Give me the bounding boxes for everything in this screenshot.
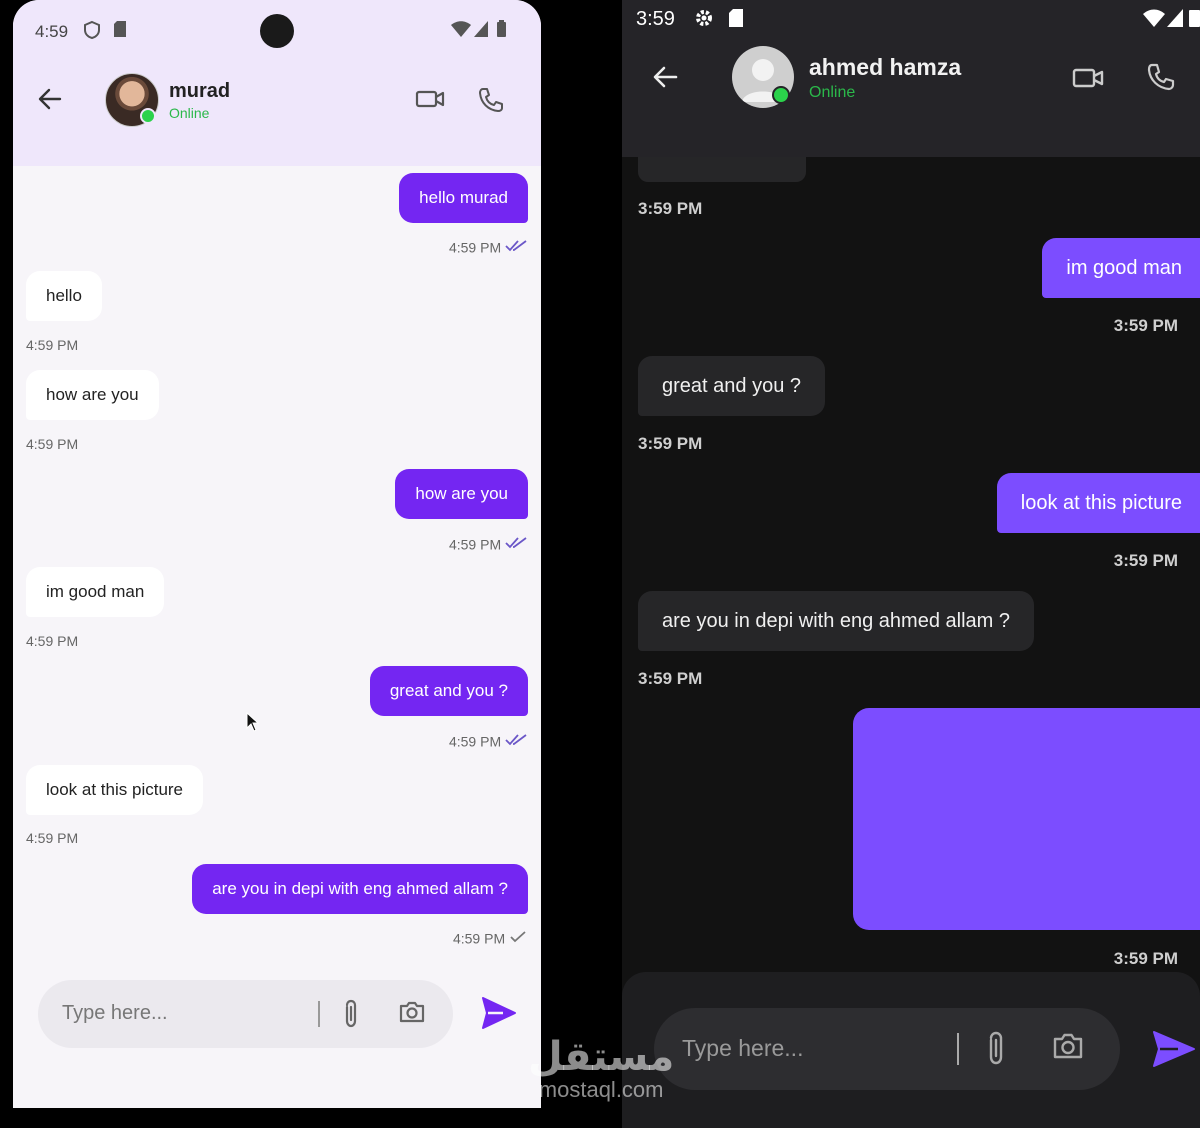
watermark-brand: مستقل bbox=[528, 1035, 675, 1079]
contact-name[interactable]: murad bbox=[169, 80, 230, 103]
message-bubble-incoming[interactable]: great and you ? bbox=[638, 356, 825, 416]
mouse-cursor-icon bbox=[246, 711, 260, 737]
message-timestamp: 3:59 PM bbox=[1113, 316, 1178, 335]
cell-signal-icon bbox=[473, 20, 489, 43]
message-bubble-incoming[interactable]: im good man bbox=[26, 567, 165, 617]
status-time: 3:59 bbox=[636, 8, 675, 30]
message-bubble-incoming[interactable]: hello bbox=[26, 271, 102, 321]
attachment-icon[interactable] bbox=[340, 998, 362, 1035]
divider bbox=[318, 1001, 320, 1027]
message-timestamp: 4:59 PM bbox=[449, 732, 527, 749]
message-timestamp: 4:59 PM bbox=[26, 337, 79, 353]
message-bubble-incoming[interactable]: look at this picture bbox=[26, 765, 204, 815]
presence-status: Online bbox=[169, 105, 210, 121]
phone-call-icon[interactable] bbox=[1146, 62, 1176, 97]
contact-name[interactable]: ahmed hamza bbox=[809, 54, 961, 81]
message-timestamp: 4:59 PM bbox=[449, 238, 527, 255]
presence-status: Online bbox=[809, 84, 856, 101]
gear-icon bbox=[694, 8, 714, 34]
camera-icon[interactable] bbox=[1052, 1032, 1084, 1065]
message-bubble-outgoing[interactable]: hello murad bbox=[399, 173, 528, 223]
message-timestamp: 4:59 PM bbox=[449, 535, 527, 552]
message-timestamp: 4:59 PM bbox=[26, 830, 79, 846]
status-time: 4:59 bbox=[35, 22, 69, 41]
attachment-icon[interactable] bbox=[984, 1030, 1008, 1073]
message-timestamp: 3:59 PM bbox=[638, 434, 703, 453]
battery-icon bbox=[1188, 8, 1200, 34]
message-timestamp: 4:59 PM bbox=[26, 633, 79, 649]
send-icon[interactable] bbox=[1152, 1030, 1196, 1073]
message-input-placeholder: Type here... bbox=[682, 1035, 804, 1061]
timestamp-text: 4:59 PM bbox=[452, 930, 506, 947]
message-input-placeholder: Type here... bbox=[62, 1002, 168, 1024]
back-arrow-icon[interactable] bbox=[35, 84, 65, 114]
double-check-icon bbox=[505, 536, 527, 552]
video-call-icon[interactable] bbox=[415, 88, 445, 115]
divider bbox=[957, 1033, 959, 1065]
cell-signal-icon bbox=[1166, 8, 1184, 34]
phone-call-icon[interactable] bbox=[477, 86, 505, 119]
shield-icon bbox=[83, 20, 101, 45]
double-check-icon bbox=[505, 733, 527, 749]
message-timestamp: 4:59 PM bbox=[26, 436, 79, 452]
front-camera bbox=[260, 14, 294, 48]
image-message[interactable] bbox=[853, 708, 1200, 930]
timestamp-text: 4:59 PM bbox=[448, 733, 502, 750]
timestamp-text: 4:59 PM bbox=[448, 239, 502, 256]
message-bubble-outgoing[interactable]: are you in depi with eng ahmed allam ? bbox=[192, 864, 528, 914]
message-timestamp: 3:59 PM bbox=[638, 669, 703, 688]
back-arrow-icon[interactable] bbox=[650, 62, 680, 97]
message-input[interactable]: Type here... bbox=[38, 980, 453, 1048]
message-timestamp: 3:59 PM bbox=[638, 199, 703, 218]
wifi-icon bbox=[450, 20, 472, 43]
check-icon bbox=[509, 930, 527, 946]
watermark-domain: mostaql.com bbox=[538, 1077, 664, 1102]
message-timestamp: 3:59 PM bbox=[1113, 551, 1178, 570]
message-timestamp: 3:59 PM bbox=[1113, 949, 1178, 968]
message-bubble-outgoing[interactable]: how are you bbox=[395, 469, 528, 519]
wifi-icon bbox=[1142, 8, 1166, 34]
dark-chat-screen: 3:59 ahmed hamza Online 3:59 PM im good … bbox=[622, 0, 1200, 1128]
message-bubble-outgoing[interactable]: look at this picture bbox=[996, 473, 1200, 533]
battery-icon bbox=[495, 20, 507, 43]
timestamp-text: 4:59 PM bbox=[448, 536, 502, 553]
send-icon[interactable] bbox=[481, 996, 517, 1035]
status-bar: 3:59 bbox=[622, 6, 1200, 32]
message-timestamp: 4:59 PM bbox=[453, 929, 527, 946]
video-call-icon[interactable] bbox=[1072, 66, 1104, 95]
message-input[interactable]: Type here... bbox=[654, 1008, 1120, 1090]
double-check-icon bbox=[505, 239, 527, 255]
camera-icon[interactable] bbox=[398, 1000, 426, 1029]
light-chat-screen: 4:59 murad Online hello murad 4:59 PM he… bbox=[13, 0, 541, 1108]
watermark-logo: مستقل mostaql.com bbox=[528, 1036, 674, 1102]
message-bubble-incoming[interactable]: how are you bbox=[26, 370, 159, 420]
sim-card-icon bbox=[113, 20, 127, 43]
online-indicator bbox=[140, 108, 156, 124]
online-indicator bbox=[772, 86, 790, 104]
sim-card-icon bbox=[728, 8, 744, 34]
message-bubble-outgoing[interactable]: im good man bbox=[1042, 238, 1200, 298]
message-bubble-outgoing[interactable]: great and you ? bbox=[369, 666, 528, 716]
message-bubble-incoming[interactable]: are you in depi with eng ahmed allam ? bbox=[638, 591, 1034, 651]
